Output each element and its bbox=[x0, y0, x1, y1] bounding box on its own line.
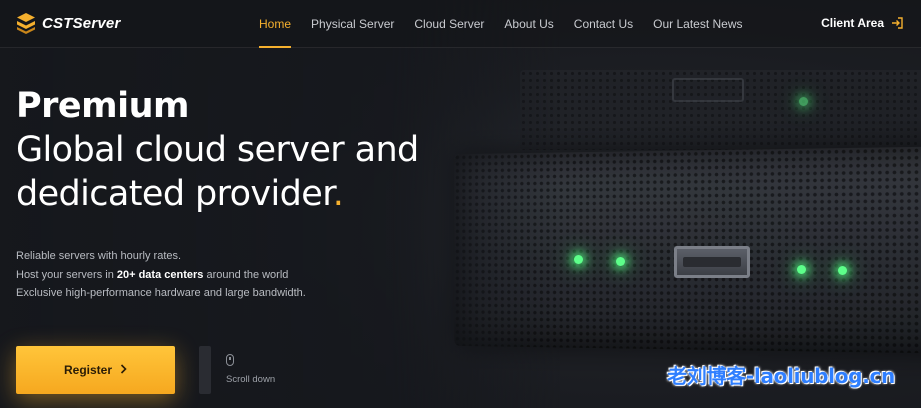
brand-name: CSTServer bbox=[42, 15, 121, 32]
server-led bbox=[797, 265, 806, 274]
mouse-icon bbox=[226, 354, 234, 366]
server-slot bbox=[672, 78, 744, 102]
nav-item-contact-us[interactable]: Contact Us bbox=[574, 0, 633, 48]
nav-item-about-us[interactable]: About Us bbox=[504, 0, 553, 48]
chevron-right-icon bbox=[120, 363, 127, 377]
desc-line-1: Reliable servers with hourly rates. bbox=[16, 247, 306, 266]
hero-headline-premium: Premium bbox=[16, 86, 189, 126]
desc-line-3: Exclusive high-performance hardware and … bbox=[16, 284, 306, 303]
main-menu: Home Physical Server Cloud Server About … bbox=[259, 0, 763, 48]
hero-headline-line2: dedicated provider. bbox=[16, 174, 343, 214]
top-navigation: CSTServer Home Physical Server Cloud Ser… bbox=[0, 0, 921, 48]
desc-line-2-pre: Host your servers in bbox=[16, 269, 117, 281]
server-led bbox=[574, 255, 583, 264]
desc-data-centers-highlight: 20+ data centers bbox=[117, 269, 204, 281]
client-area-link[interactable]: Client Area bbox=[821, 16, 903, 30]
server-led bbox=[838, 266, 847, 275]
desc-line-2: Host your servers in 20+ data centers ar… bbox=[16, 266, 306, 285]
server-led bbox=[799, 97, 808, 106]
desc-line-2-post: around the world bbox=[203, 269, 288, 281]
nav-item-home[interactable]: Home bbox=[259, 0, 291, 48]
hero-headline-line2-text: dedicated provider bbox=[16, 174, 333, 214]
hero-headline-line1: Global cloud server and bbox=[16, 130, 419, 170]
register-button[interactable]: Register bbox=[16, 346, 175, 394]
cstserver-logo-icon bbox=[16, 12, 36, 34]
brand-logo[interactable]: CSTServer bbox=[16, 12, 121, 34]
watermark-text: 老刘博客-laoliublog.cn bbox=[667, 360, 895, 389]
scroll-down-label[interactable]: Scroll down bbox=[226, 374, 275, 385]
server-led bbox=[616, 257, 625, 266]
nav-item-cloud-server[interactable]: Cloud Server bbox=[414, 0, 484, 48]
nav-item-physical-server[interactable]: Physical Server bbox=[311, 0, 394, 48]
accent-dot: . bbox=[333, 174, 344, 214]
server-handle bbox=[674, 246, 750, 278]
hero-description: Reliable servers with hourly rates. Host… bbox=[16, 247, 306, 303]
scroll-indicator-bar bbox=[199, 346, 211, 394]
client-area-label: Client Area bbox=[821, 16, 884, 30]
nav-item-latest-news[interactable]: Our Latest News bbox=[653, 0, 742, 48]
login-icon bbox=[891, 17, 903, 29]
register-label: Register bbox=[64, 363, 112, 377]
